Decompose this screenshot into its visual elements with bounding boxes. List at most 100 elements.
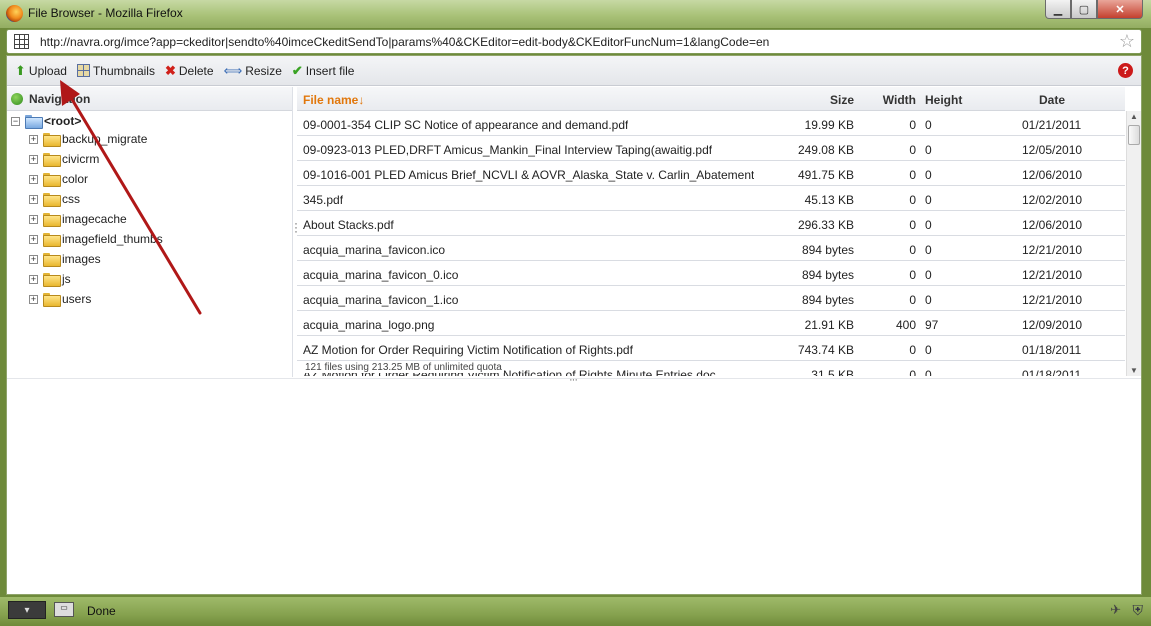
- tree-folder[interactable]: + js: [29, 269, 71, 289]
- keyboard-icon[interactable]: ▭: [54, 602, 74, 617]
- expand-icon[interactable]: +: [29, 254, 38, 264]
- column-header-width[interactable]: Width: [883, 93, 916, 107]
- file-date: 12/02/2010: [1022, 193, 1083, 207]
- folder-icon: [43, 253, 61, 267]
- addon-icon[interactable]: ✈: [1110, 602, 1121, 618]
- folder-label[interactable]: images: [62, 252, 101, 266]
- close-button[interactable]: ✕: [1097, 0, 1143, 19]
- checkmark-icon: ✔: [291, 63, 303, 78]
- expand-icon[interactable]: +: [29, 274, 38, 284]
- navigation-title: Navigation: [29, 91, 91, 106]
- window-controls: ▁ ▢ ✕: [1045, 0, 1143, 20]
- file-date: 12/06/2010: [1022, 168, 1083, 182]
- upload-button[interactable]: ⬆ Upload: [13, 62, 69, 80]
- folder-icon: [43, 193, 61, 207]
- file-date: 12/06/2010: [1022, 218, 1083, 232]
- url-text[interactable]: http://navra.org/imce?app=ckeditor|sendt…: [40, 35, 769, 49]
- file-row[interactable]: 09-0923-013 PLED,DRFT Amicus_Mankin_Fina…: [297, 136, 1125, 161]
- minimize-button[interactable]: ▁: [1045, 0, 1071, 19]
- expand-icon[interactable]: +: [29, 294, 38, 304]
- file-date: 01/21/2011: [1022, 118, 1082, 132]
- expand-icon[interactable]: +: [29, 174, 38, 184]
- file-list-scrollbar[interactable]: ▲ ▼: [1126, 111, 1141, 376]
- file-height: 0: [925, 293, 932, 307]
- file-date: 12/21/2010: [1022, 268, 1083, 282]
- folder-icon: [43, 293, 61, 307]
- folder-label[interactable]: js: [62, 272, 71, 286]
- shield-icon[interactable]: ⛨: [1133, 602, 1144, 619]
- thumbnails-button[interactable]: Thumbnails: [75, 62, 157, 80]
- file-name: acquia_marina_logo.png: [303, 318, 435, 332]
- collapse-icon[interactable]: −: [11, 116, 20, 126]
- file-row[interactable]: About Stacks.pdf 296.33 KB 0 0 12/06/201…: [297, 211, 1125, 236]
- expand-icon[interactable]: +: [29, 234, 38, 244]
- file-row[interactable]: 09-1016-001 PLED Amicus Brief_NCVLI & AO…: [297, 161, 1125, 186]
- tree-folder[interactable]: + imagecache: [29, 209, 127, 229]
- scroll-down-arrow-icon[interactable]: ▼: [1130, 366, 1138, 375]
- delete-button[interactable]: ✖ Delete: [163, 62, 216, 80]
- scroll-up-arrow-icon[interactable]: ▲: [1130, 112, 1138, 121]
- tree-folder[interactable]: + backup_migrate: [29, 129, 147, 149]
- resize-icon: ⟺: [223, 63, 243, 78]
- tree-folder[interactable]: + users: [29, 289, 91, 309]
- scroll-thumb[interactable]: [1128, 125, 1140, 145]
- folder-label[interactable]: civicrm: [62, 152, 99, 166]
- tree-root[interactable]: − <root>: [11, 111, 81, 131]
- column-header-name[interactable]: File name↓: [303, 93, 364, 107]
- expand-icon[interactable]: +: [29, 134, 38, 144]
- file-width: 0: [909, 268, 916, 282]
- file-row[interactable]: AZ Motion for Order Requiring Victim Not…: [297, 336, 1125, 361]
- folder-label[interactable]: users: [62, 292, 91, 306]
- root-label[interactable]: <root>: [44, 114, 81, 128]
- file-size: 894 bytes: [801, 243, 854, 257]
- file-size: 296.33 KB: [797, 218, 854, 232]
- file-size: 21.91 KB: [804, 318, 854, 332]
- file-size: 45.13 KB: [804, 193, 854, 207]
- expand-icon[interactable]: +: [29, 214, 38, 224]
- file-height: 0: [925, 193, 932, 207]
- file-row[interactable]: 345.pdf 45.13 KB 0 0 12/02/2010: [297, 186, 1125, 211]
- tree-folder[interactable]: + images: [29, 249, 101, 269]
- horizontal-splitter-handle[interactable]: ···: [569, 374, 578, 386]
- file-row[interactable]: acquia_marina_favicon.ico 894 bytes 0 0 …: [297, 236, 1125, 261]
- file-width: 0: [909, 343, 916, 357]
- maximize-button[interactable]: ▢: [1071, 0, 1097, 19]
- thumbnails-icon: [76, 64, 90, 77]
- folder-label[interactable]: imagefield_thumbs: [62, 232, 163, 246]
- file-row[interactable]: acquia_marina_logo.png 21.91 KB 400 97 1…: [297, 311, 1125, 336]
- window-titlebar: File Browser - Mozilla Firefox ▁ ▢ ✕: [0, 0, 1151, 28]
- bookmark-star-icon[interactable]: ☆: [1119, 31, 1135, 52]
- tree-folder[interactable]: + civicrm: [29, 149, 99, 169]
- address-bar[interactable]: http://navra.org/imce?app=ckeditor|sendt…: [6, 29, 1142, 54]
- expand-icon[interactable]: +: [29, 154, 38, 164]
- resize-button[interactable]: ⟺ Resize: [222, 62, 284, 80]
- folder-icon: [43, 173, 61, 187]
- file-width: 0: [909, 168, 916, 182]
- site-identity-icon[interactable]: [14, 34, 29, 49]
- tree-folder[interactable]: + color: [29, 169, 88, 189]
- file-name: About Stacks.pdf: [303, 218, 394, 232]
- folder-label[interactable]: backup_migrate: [62, 132, 147, 146]
- folder-label[interactable]: imagecache: [62, 212, 127, 226]
- insert-file-button[interactable]: ✔ Insert file: [290, 62, 357, 80]
- column-header-size[interactable]: Size: [830, 93, 854, 107]
- column-header-date[interactable]: Date: [1039, 93, 1065, 107]
- file-width: 0: [909, 243, 916, 257]
- file-row[interactable]: acquia_marina_favicon_1.ico 894 bytes 0 …: [297, 286, 1125, 311]
- tree-folder[interactable]: + css: [29, 189, 80, 209]
- file-size: 743.74 KB: [797, 343, 854, 357]
- tree-folder[interactable]: + imagefield_thumbs: [29, 229, 163, 249]
- file-list-header: File name↓ Size Width Height Date: [297, 87, 1125, 111]
- column-header-height[interactable]: Height: [925, 93, 962, 107]
- file-name: acquia_marina_favicon_1.ico: [303, 293, 459, 307]
- folder-label[interactable]: color: [62, 172, 88, 186]
- file-width: 0: [909, 193, 916, 207]
- file-height: 0: [925, 168, 932, 182]
- file-row[interactable]: 09-0001-354 CLIP SC Notice of appearance…: [297, 111, 1125, 136]
- folder-label[interactable]: css: [62, 192, 80, 206]
- file-row[interactable]: acquia_marina_favicon_0.ico 894 bytes 0 …: [297, 261, 1125, 286]
- tool-button[interactable]: ▾: [8, 601, 46, 619]
- expand-icon[interactable]: +: [29, 194, 38, 204]
- help-icon[interactable]: ?: [1118, 63, 1133, 78]
- file-height: 0: [925, 343, 932, 357]
